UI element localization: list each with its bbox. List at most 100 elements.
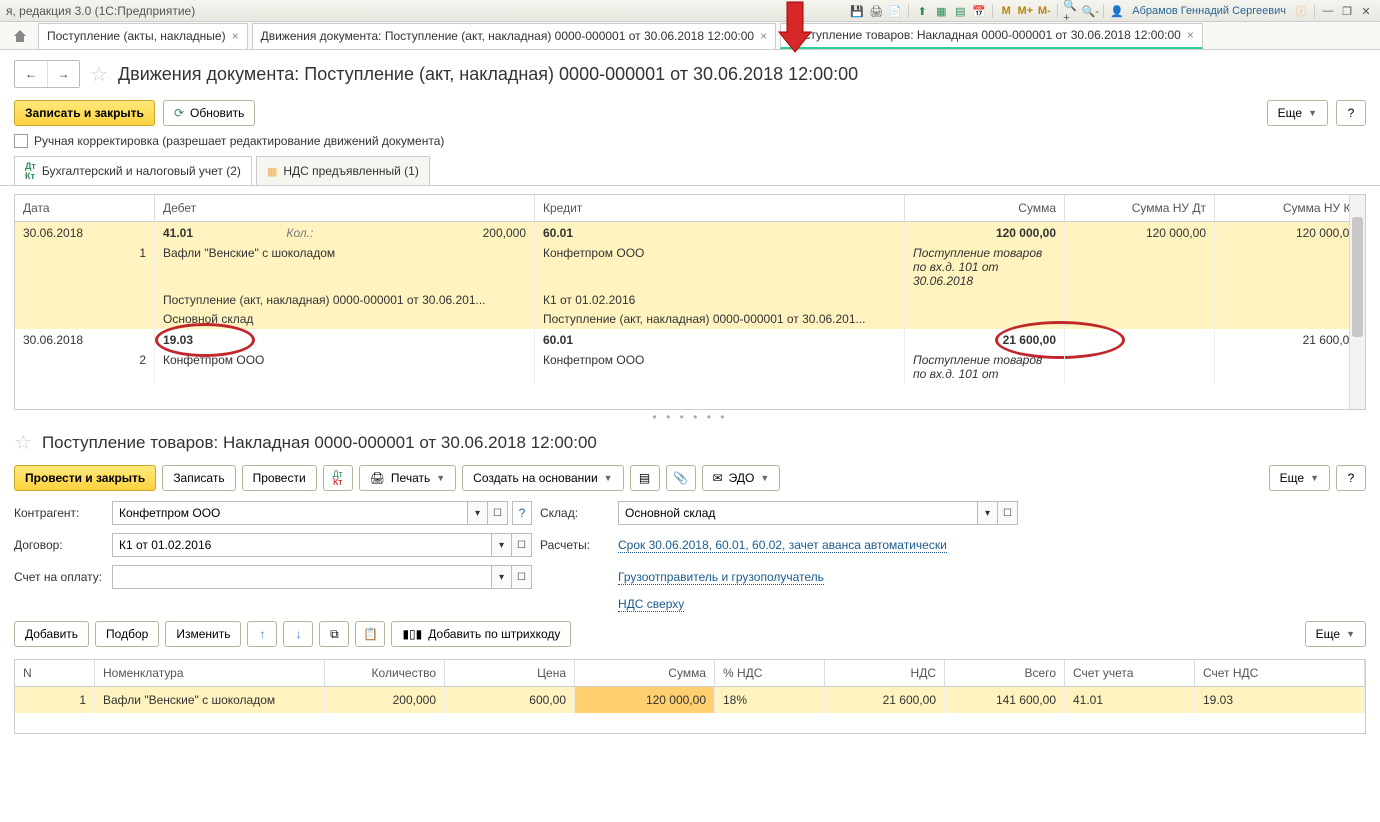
home-button[interactable] [6, 24, 34, 48]
more-button[interactable]: Еще ▼ [1269, 465, 1330, 491]
contract-input[interactable] [112, 533, 492, 557]
favorite-icon[interactable]: ☆ [14, 430, 32, 455]
warehouse-combo[interactable]: ▾ ☐ [618, 501, 1018, 525]
col-sum[interactable]: Сумма [575, 660, 715, 687]
chevron-down-icon[interactable]: ▾ [492, 565, 512, 589]
nav-forward-button[interactable]: → [47, 61, 79, 87]
edit-button[interactable]: Изменить [165, 621, 241, 647]
close-tab-icon[interactable]: × [760, 29, 767, 43]
doc-icon[interactable]: 📄 [887, 3, 903, 19]
close-icon[interactable]: ✕ [1358, 3, 1374, 19]
close-tab-icon[interactable]: × [1187, 28, 1194, 42]
zoom-out-icon[interactable]: 🔍- [1082, 3, 1098, 19]
help-icon[interactable]: ? [512, 501, 532, 525]
col-ndsacc[interactable]: Счет НДС [1195, 660, 1365, 687]
items-row[interactable]: 1 Вафли "Венские" с шоколадом 200,000 60… [15, 687, 1365, 713]
contractor-input[interactable] [112, 501, 468, 525]
open-icon[interactable]: ☐ [512, 565, 532, 589]
calculations-link[interactable]: Срок 30.06.2018, 60.01, 60.02, зачет ава… [618, 538, 947, 553]
calc-icon[interactable]: ⬆ [914, 3, 930, 19]
contractor-combo[interactable]: ▾ ☐ [112, 501, 508, 525]
subtab-accounting[interactable]: ДтКт Бухгалтерский и налоговый учет (2) [14, 156, 252, 185]
print-icon[interactable]: 🖨 [868, 3, 884, 19]
pick-button[interactable]: Подбор [95, 621, 159, 647]
save-icon[interactable]: 💾 [849, 3, 865, 19]
attach-button[interactable]: 📎 [666, 465, 696, 491]
col-nudt[interactable]: Сумма НУ Дт [1065, 195, 1215, 221]
more-button[interactable]: Еще ▼ [1267, 100, 1328, 126]
col-pnds[interactable]: % НДС [715, 660, 825, 687]
save-close-button[interactable]: Записать и закрыть [14, 100, 155, 126]
contract-combo[interactable]: ▾ ☐ [112, 533, 532, 557]
col-nds[interactable]: НДС [825, 660, 945, 687]
grid-icon[interactable]: ▤ [952, 3, 968, 19]
scrollbar[interactable] [1349, 195, 1365, 409]
col-price[interactable]: Цена [445, 660, 575, 687]
splitter-handle[interactable]: • • • • • • [0, 410, 1380, 424]
grid-row[interactable]: 30.06.2018 41.01 Кол.: 200,000 60.01 120… [15, 222, 1365, 244]
post-close-button[interactable]: Провести и закрыть [14, 465, 156, 491]
files-button[interactable]: ▤ [630, 465, 660, 491]
col-kredit[interactable]: Кредит [535, 195, 905, 221]
scroll-thumb[interactable] [1352, 217, 1363, 337]
col-acc[interactable]: Счет учета [1065, 660, 1195, 687]
chevron-down-icon[interactable]: ▾ [978, 501, 998, 525]
manual-edit-checkbox[interactable] [14, 134, 28, 148]
refresh-button[interactable]: ⟳ Обновить [163, 100, 255, 126]
username[interactable]: Абрамов Геннадий Сергеевич [1128, 5, 1290, 17]
chevron-down-icon[interactable]: ▾ [492, 533, 512, 557]
col-debet[interactable]: Дебет [155, 195, 535, 221]
calendar-icon[interactable]: 📅 [971, 3, 987, 19]
open-icon[interactable]: ☐ [512, 533, 532, 557]
help-button[interactable]: ? [1336, 465, 1366, 491]
col-nukt[interactable]: Сумма НУ Кт [1215, 195, 1365, 221]
move-up-button[interactable]: ↑ [247, 621, 277, 647]
invoice-input[interactable] [112, 565, 492, 589]
col-nom[interactable]: Номенклатура [95, 660, 325, 687]
grid-row[interactable]: 30.06.2018 19.03 60.01 21 600,00 21 600,… [15, 329, 1365, 351]
edo-button[interactable]: ✉ ЭДО ▼ [702, 465, 781, 491]
tab-item[interactable]: Движения документа: Поступление (акт, на… [252, 23, 777, 49]
create-from-button[interactable]: Создать на основании ▼ [462, 465, 623, 491]
grid-subrow[interactable]: 1 Вафли "Венские" с шоколадом Конфетпром… [15, 244, 1365, 291]
info-icon[interactable]: ⓘ [1293, 3, 1309, 19]
open-icon[interactable]: ☐ [998, 501, 1018, 525]
more-button[interactable]: Еще ▼ [1305, 621, 1366, 647]
col-n[interactable]: N [15, 660, 95, 687]
print-button[interactable]: 🖨 Печать ▼ [359, 465, 456, 491]
chevron-down-icon[interactable]: ▾ [468, 501, 488, 525]
dtkt-button[interactable]: ДтКт [323, 465, 353, 491]
col-total[interactable]: Всего [945, 660, 1065, 687]
shipper-link[interactable]: Грузоотправитель и грузополучатель [618, 570, 824, 585]
zoom-in-icon[interactable]: 🔍+ [1063, 3, 1079, 19]
invoice-combo[interactable]: ▾ ☐ [112, 565, 532, 589]
move-down-button[interactable]: ↓ [283, 621, 313, 647]
m-minus-icon[interactable]: M- [1036, 3, 1052, 19]
help-button[interactable]: ? [1336, 100, 1366, 126]
sheet-icon[interactable]: ▦ [933, 3, 949, 19]
open-icon[interactable]: ☐ [488, 501, 508, 525]
col-qty[interactable]: Количество [325, 660, 445, 687]
close-tab-icon[interactable]: × [232, 29, 239, 43]
add-button[interactable]: Добавить [14, 621, 89, 647]
grid-subrow[interactable]: Основной склад Поступление (акт, накладн… [15, 310, 1365, 329]
tab-item-active[interactable]: Поступление товаров: Накладная 0000-0000… [780, 23, 1203, 49]
save-button[interactable]: Записать [162, 465, 235, 491]
grid-subrow[interactable]: 2 Конфетпром ООО Конфетпром ООО Поступле… [15, 351, 1365, 384]
minimize-icon[interactable]: — [1320, 3, 1336, 19]
warehouse-input[interactable] [618, 501, 978, 525]
tab-item[interactable]: Поступление (акты, накладные) × [38, 23, 248, 49]
user-icon[interactable]: 👤 [1109, 3, 1125, 19]
col-summa[interactable]: Сумма [905, 195, 1065, 221]
favorite-icon[interactable]: ☆ [90, 62, 108, 87]
m-icon[interactable]: M [998, 3, 1014, 19]
barcode-button[interactable]: ▮▯▮ Добавить по штрихкоду [391, 621, 571, 647]
nav-back-button[interactable]: ← [15, 61, 47, 87]
paste-button[interactable]: 📋 [355, 621, 385, 647]
m-plus-icon[interactable]: M+ [1017, 3, 1033, 19]
post-button[interactable]: Провести [242, 465, 317, 491]
copy-button[interactable]: ⧉ [319, 621, 349, 647]
nds-link[interactable]: НДС сверху [618, 597, 684, 612]
grid-subrow[interactable]: Поступление (акт, накладная) 0000-000001… [15, 291, 1365, 310]
subtab-nds[interactable]: ▦ НДС предъявленный (1) [256, 156, 430, 185]
